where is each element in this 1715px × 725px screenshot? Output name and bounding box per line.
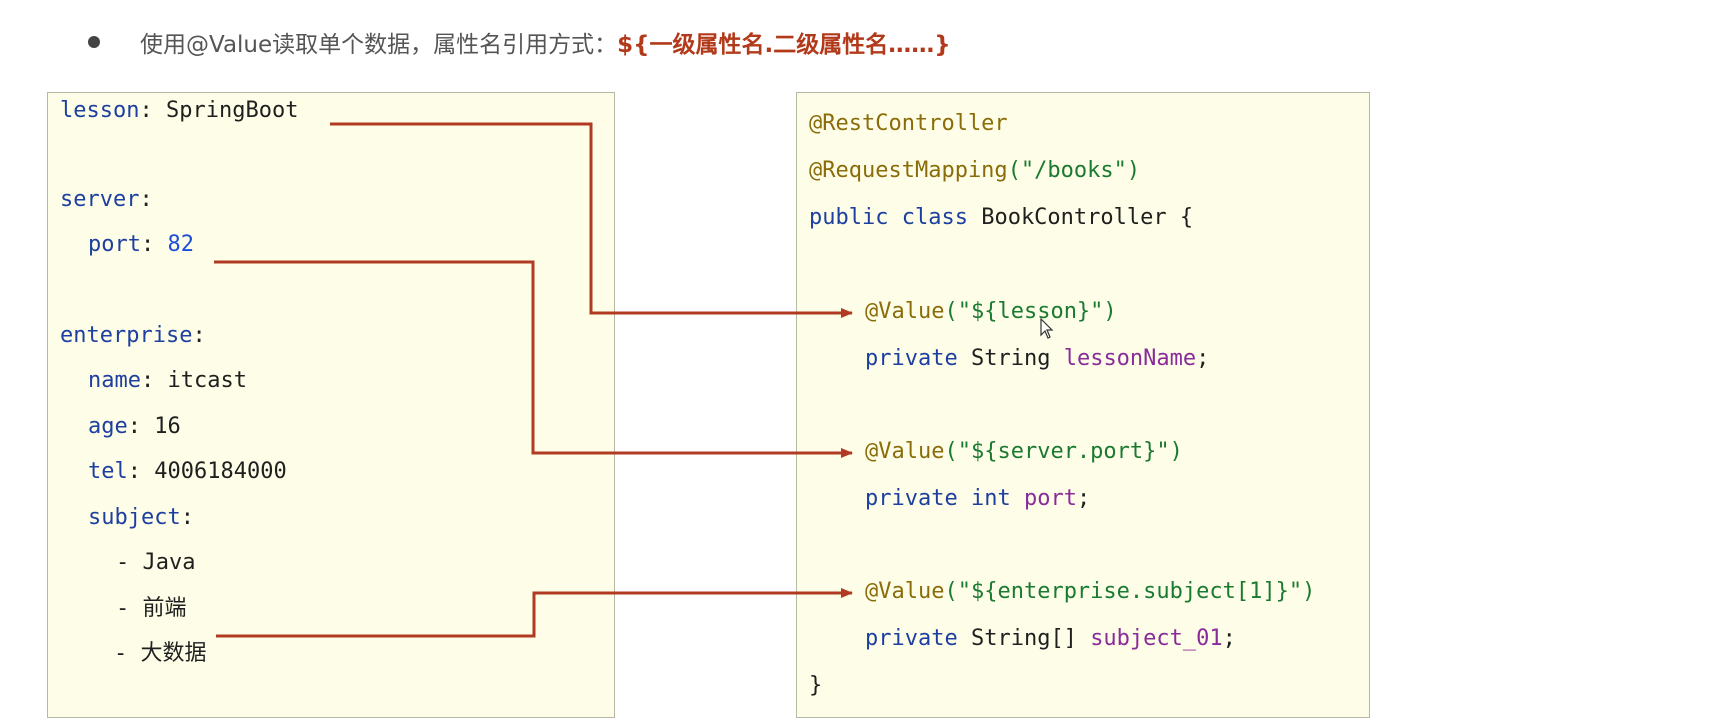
arrow-lesson — [330, 122, 853, 318]
mapping-arrows — [214, 122, 853, 638]
mouse-pointer-icon — [1040, 318, 1054, 339]
arrow-server-port — [214, 260, 853, 458]
arrow-subject — [216, 588, 853, 638]
